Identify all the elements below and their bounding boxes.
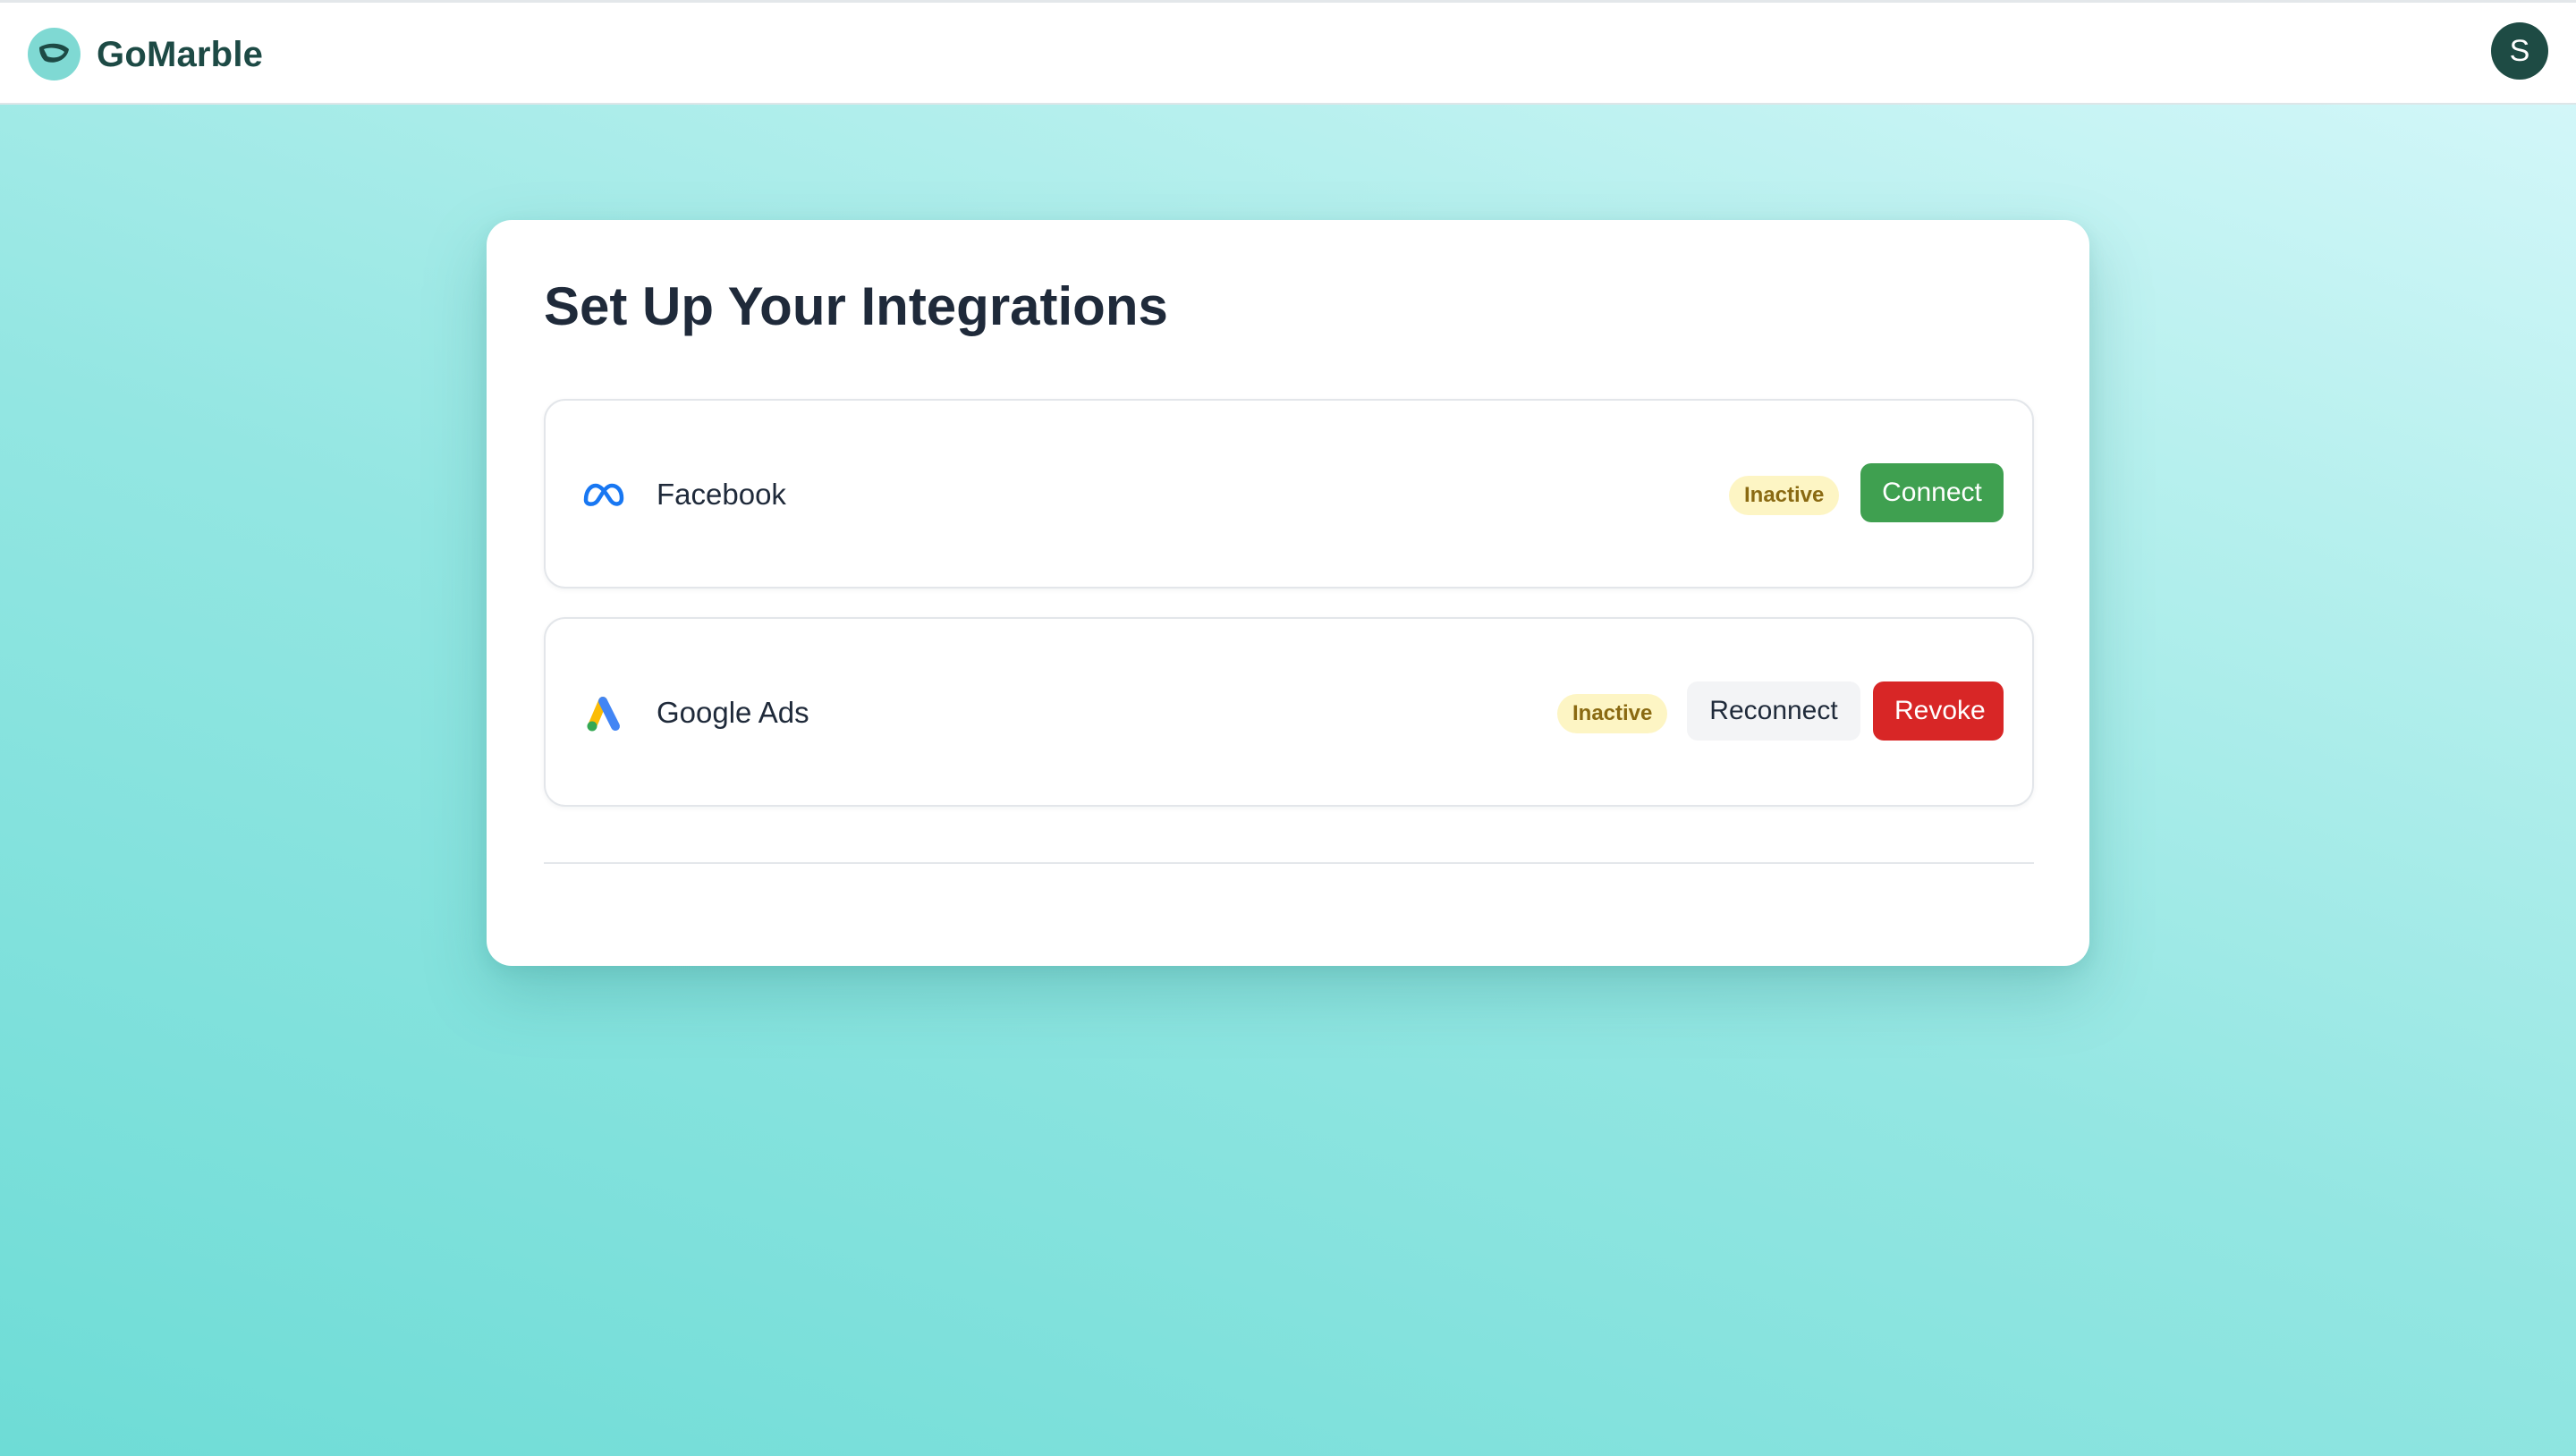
- integration-row-google-ads: Google Ads Inactive Reconnect Revoke: [544, 617, 2034, 807]
- integration-name: Facebook: [657, 478, 786, 511]
- top-navigation-bar: GoMarble S: [0, 0, 2576, 105]
- integrations-card: Set Up Your Integrations Facebook Inacti…: [487, 220, 2089, 966]
- page-title: Set Up Your Integrations: [544, 276, 1168, 336]
- status-badge: Inactive: [1729, 476, 1840, 515]
- leaf-icon[interactable]: [28, 28, 80, 80]
- meta-icon: [583, 483, 624, 506]
- user-avatar[interactable]: S: [2491, 22, 2548, 80]
- integration-name: Google Ads: [657, 696, 809, 729]
- google-ads-icon: [587, 697, 620, 732]
- integration-row-facebook: Facebook Inactive Connect: [544, 399, 2034, 588]
- divider: [544, 862, 2034, 864]
- reconnect-button[interactable]: Reconnect: [1687, 681, 1860, 741]
- connect-button[interactable]: Connect: [1860, 463, 2004, 522]
- brand-name[interactable]: GoMarble: [97, 30, 263, 80]
- revoke-button[interactable]: Revoke: [1873, 681, 2004, 741]
- status-badge: Inactive: [1557, 694, 1668, 733]
